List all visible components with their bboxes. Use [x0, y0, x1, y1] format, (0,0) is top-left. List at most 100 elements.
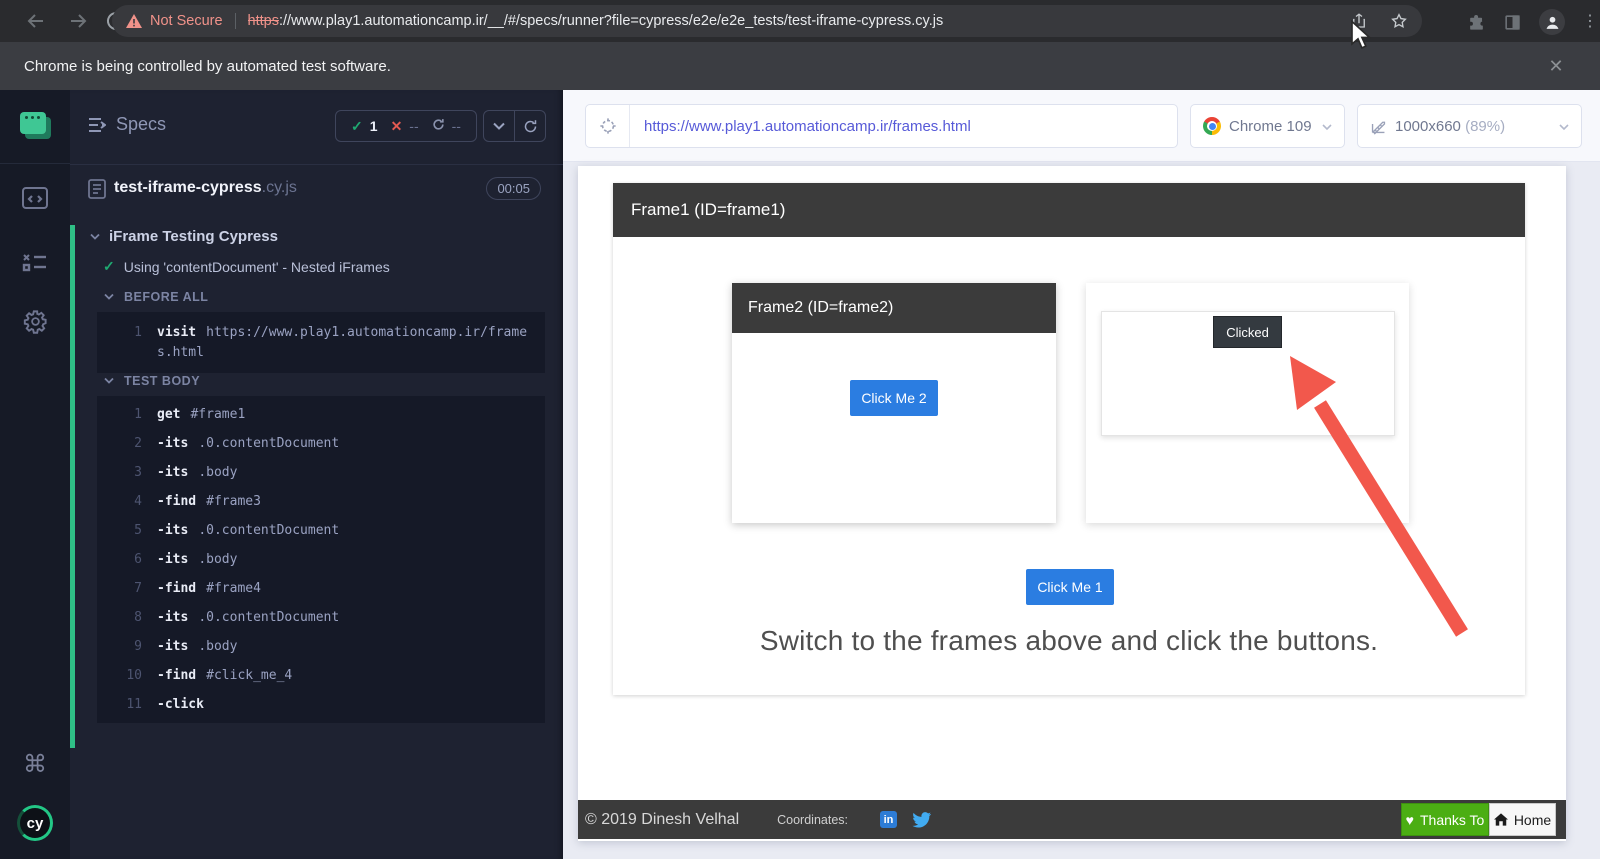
heart-icon: ♥ [1405, 811, 1414, 828]
frame2-header: Frame2 (ID=frame2) [732, 283, 1056, 333]
spec-file-row[interactable]: test-iframe-cypress.cy.js 00:05 [70, 165, 563, 215]
command-row[interactable]: 9 -its .body [97, 632, 545, 661]
failed-x-icon: ✕ [390, 117, 403, 134]
hook-before-all[interactable]: BEFORE ALL [104, 290, 208, 304]
sidebar-divider [0, 163, 70, 164]
command-row[interactable]: 4 -find #frame3 [97, 487, 545, 516]
click-me-2-button[interactable]: Click Me 2 [850, 380, 938, 416]
clicked-button[interactable]: Clicked [1213, 316, 1282, 348]
command-method: -its [157, 464, 189, 480]
aut-viewport-page: Frame1 (ID=frame1) Frame2 (ID=frame2) Cl… [578, 166, 1566, 841]
command-method: -its [157, 609, 189, 625]
selector-playground-icon[interactable] [586, 105, 630, 147]
specs-nav-icon[interactable] [0, 186, 70, 215]
command-row[interactable]: 3 -its .body [97, 458, 545, 487]
command-number: 9 [134, 638, 142, 654]
banner-close-icon[interactable]: ✕ [1546, 56, 1566, 76]
command-number: 1 [134, 324, 142, 340]
command-row[interactable]: 1 visit https://www.play1.automationcamp.i… [97, 318, 545, 367]
command-method: -its [157, 522, 189, 538]
cypress-sidebar: ⌘ cy [0, 90, 70, 859]
command-method: -click [157, 696, 204, 712]
pending-count: -- [451, 118, 461, 134]
frame4-container: Clicked [1101, 311, 1395, 436]
linkedin-icon[interactable]: in [880, 811, 897, 828]
profile-avatar[interactable] [1539, 9, 1565, 35]
extensions-icon[interactable] [1467, 13, 1486, 32]
address-bar[interactable]: Not Secure https://www.play1.automationc… [112, 5, 1422, 37]
ruler-icon [1371, 121, 1386, 135]
runs-checklist-icon[interactable] [0, 250, 70, 279]
command-row[interactable]: 5 -its .0.contentDocument [97, 516, 545, 545]
test-stats: ✓ 1 ✕ -- -- [335, 110, 477, 142]
specs-header[interactable]: Specs [88, 114, 166, 135]
command-args: #frame1 [190, 406, 246, 422]
settings-gear-icon[interactable] [0, 308, 70, 340]
frame1-header: Frame1 (ID=frame1) [613, 183, 1525, 237]
command-method: -its [157, 638, 189, 654]
copyright-text: © 2019 Dinesh Velhal [585, 810, 740, 828]
pass-indicator-bar [70, 225, 75, 748]
command-method: -its [157, 551, 189, 567]
aut-url[interactable]: https://www.play1.automationcamp.ir/fram… [644, 118, 971, 135]
command-args: https://www.play1.automationcamp.ir/fram… [157, 324, 528, 360]
command-method: -find [157, 580, 197, 596]
failed-count: -- [409, 118, 419, 134]
rerun-icon[interactable] [515, 111, 545, 141]
command-args: #frame3 [206, 493, 261, 509]
side-panel-icon[interactable] [1503, 13, 1522, 32]
specs-list-icon [89, 117, 106, 132]
chrome-logo-icon [1203, 117, 1221, 135]
command-number: 7 [134, 580, 142, 596]
collapse-chevron-icon[interactable] [484, 111, 515, 141]
test-tree: iFrame Testing Cypress ✓ Using 'contentD… [70, 216, 563, 859]
frame3-container: Clicked [1086, 283, 1409, 523]
command-log-test-body: 1 get #frame1 2 -its .0.contentDocument 3 -its.… [97, 396, 545, 723]
browser-selector[interactable]: Chrome 109 [1190, 104, 1345, 148]
command-args: .body [198, 551, 238, 567]
command-row[interactable]: 11 -click [97, 690, 545, 719]
chevron-down-icon [104, 293, 114, 300]
menu-dots-icon[interactable]: ⋮ [1582, 14, 1598, 30]
command-row[interactable]: 6 -its .body [97, 545, 545, 574]
cypress-logo[interactable]: cy [17, 805, 53, 841]
home-button[interactable]: Home [1489, 803, 1556, 836]
home-icon [1493, 813, 1508, 826]
command-method: -find [157, 667, 197, 683]
aut-footer: © 2019 Dinesh Velhal Coordinates: in ♥ Th… [578, 800, 1566, 839]
security-indicator[interactable]: Not Secure [150, 13, 223, 29]
aut-url-bar[interactable]: https://www.play1.automationcamp.ir/fram… [585, 104, 1178, 148]
warning-icon [126, 14, 142, 28]
command-row[interactable]: 10 -find #click_me_4 [97, 661, 545, 690]
bookmark-star-icon[interactable] [1390, 12, 1408, 30]
chevron-down-icon [90, 233, 100, 240]
command-method: -find [157, 493, 197, 509]
viewport-selector[interactable]: 1000x660 (89%) [1357, 104, 1582, 148]
command-row[interactable]: 7 -find #frame4 [97, 574, 545, 603]
share-icon[interactable] [1350, 12, 1368, 30]
test-passed-icon: ✓ [103, 258, 115, 274]
chevron-down-icon [1322, 118, 1332, 135]
click-me-1-button[interactable]: Click Me 1 [1026, 569, 1114, 605]
forward-icon[interactable] [66, 9, 90, 33]
browser-toolbar: Not Secure https://www.play1.automationc… [0, 0, 1600, 42]
frame1-container: Frame1 (ID=frame1) Frame2 (ID=frame2) Cl… [613, 183, 1525, 695]
command-row[interactable]: 8 -its .0.contentDocument [97, 603, 545, 632]
spec-file-name: test-iframe-cypress.cy.js [114, 179, 297, 196]
twitter-icon[interactable] [912, 811, 932, 828]
suite-row[interactable]: iFrame Testing Cypress [90, 228, 278, 245]
cypress-app-icon[interactable] [0, 112, 70, 144]
test-row[interactable]: ✓ Using 'contentDocument' - Nested iFram… [103, 258, 390, 275]
aut-toolbar: https://www.play1.automationcamp.ir/fram… [563, 90, 1600, 162]
command-method: get [157, 406, 181, 422]
passed-check-icon: ✓ [351, 117, 363, 134]
page-url[interactable]: https://www.play1.automationcamp.ir/__/#… [248, 13, 1338, 29]
command-row[interactable]: 1 get #frame1 [97, 400, 545, 429]
command-args: .body [198, 464, 238, 480]
keyboard-shortcuts-icon[interactable]: ⌘ [0, 750, 70, 779]
back-icon[interactable] [24, 9, 48, 33]
reporter-panel: Specs ✓ 1 ✕ -- -- test-iframe-cypress.cy… [70, 90, 563, 859]
thanks-to-button[interactable]: ♥ Thanks To [1401, 803, 1489, 836]
hook-test-body[interactable]: TEST BODY [104, 374, 200, 388]
command-row[interactable]: 2 -its .0.contentDocument [97, 429, 545, 458]
